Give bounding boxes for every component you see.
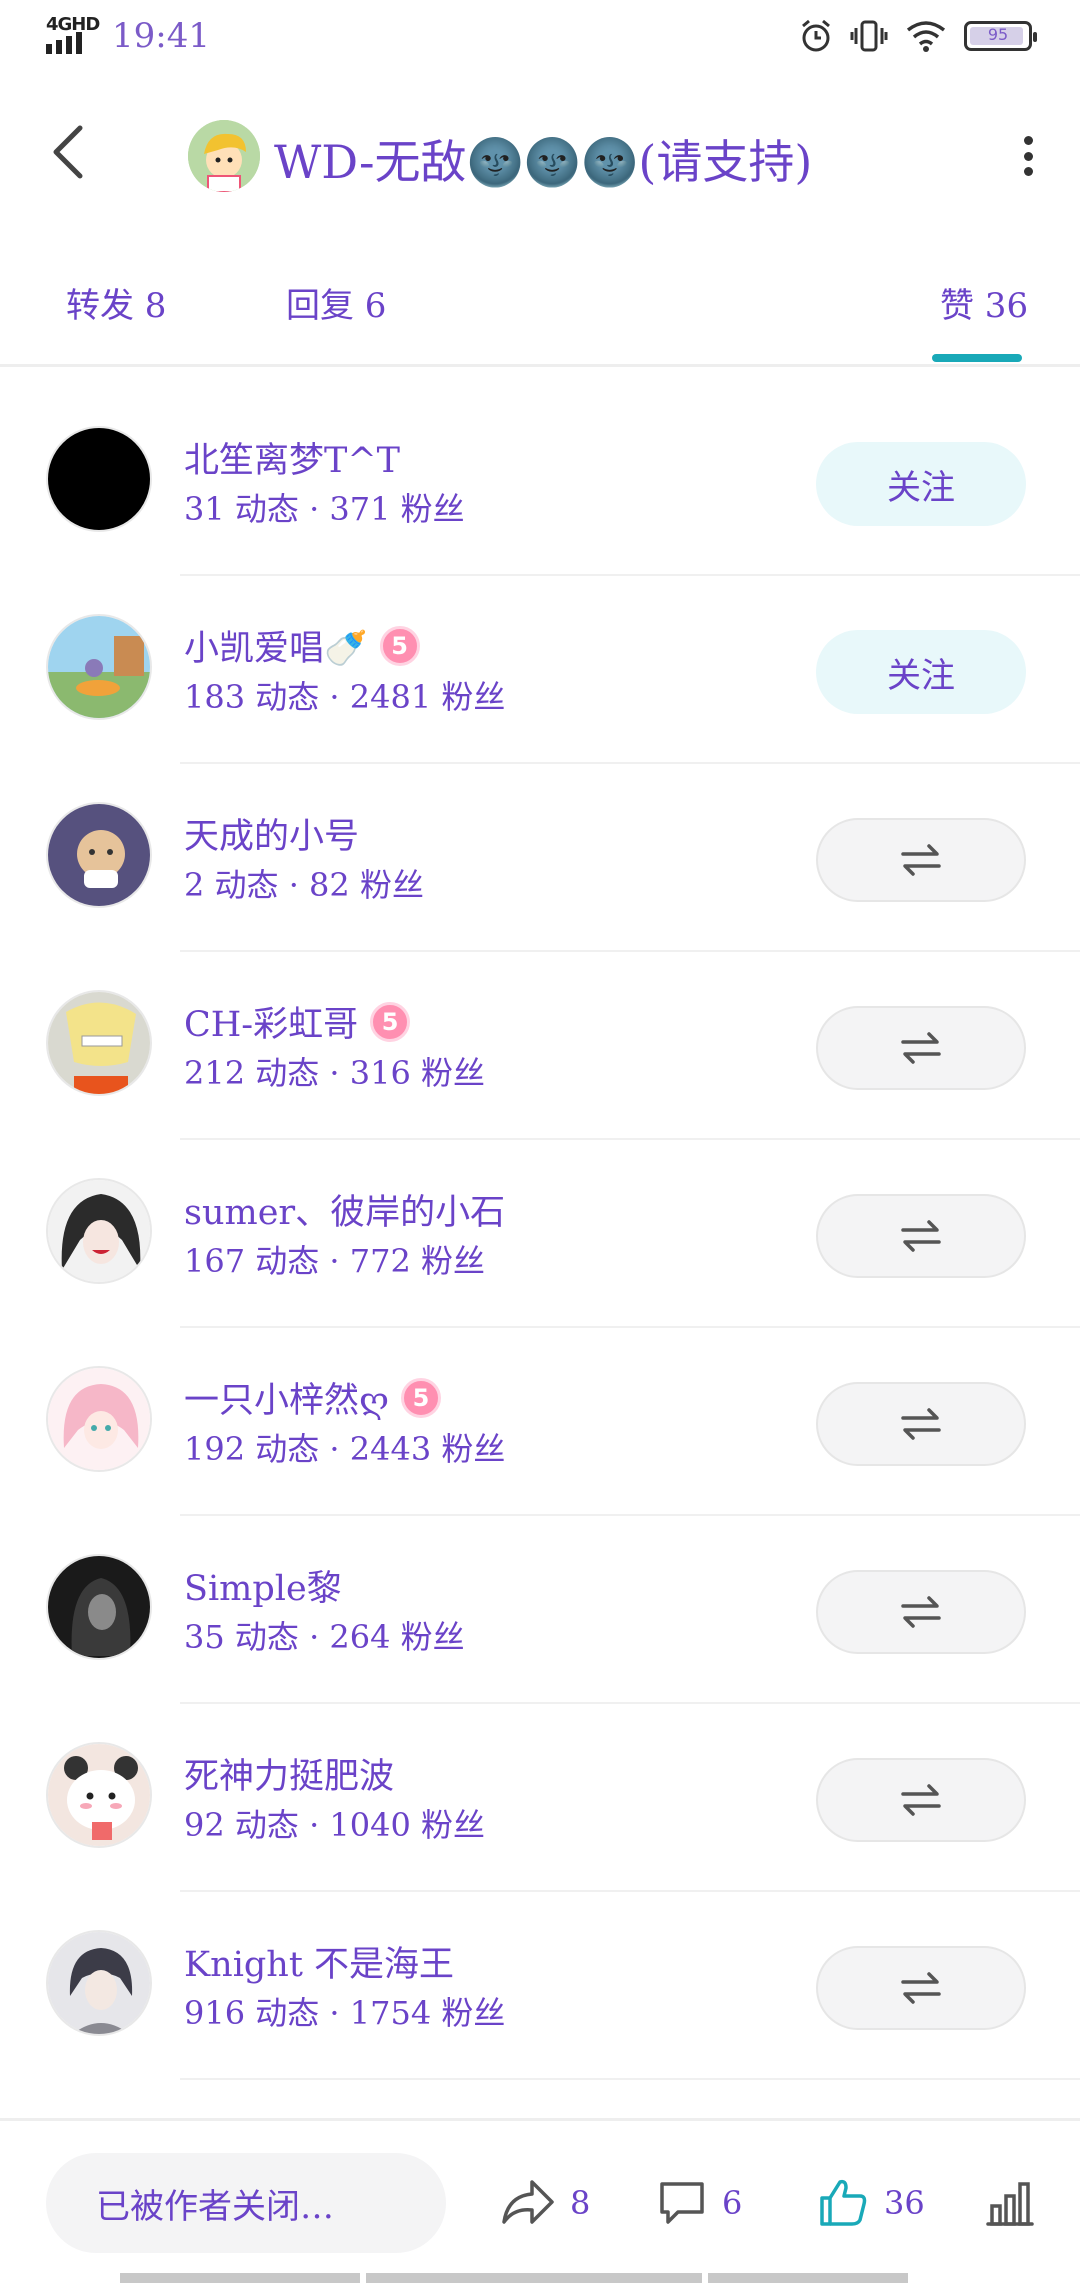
list-item[interactable]: Simple黎 35 动态 · 264 粉丝: [0, 1516, 1080, 1704]
user-name: 小凯爱唱🍼 5: [184, 620, 420, 671]
follow-button[interactable]: 关注: [816, 630, 1026, 714]
user-name: sumer、彼岸的小石: [184, 1193, 506, 1233]
active-tab-indicator: [932, 354, 1022, 362]
more-dots-icon: [1023, 136, 1033, 145]
share-count: 8: [570, 2184, 591, 2222]
list-item[interactable]: sumer、彼岸的小石 167 动态 · 772 粉丝: [0, 1140, 1080, 1328]
stats-button[interactable]: [984, 2161, 1036, 2245]
tab-likes[interactable]: 赞 36: [940, 278, 1028, 327]
mutual-follow-button[interactable]: [816, 1758, 1026, 1842]
user-stats: 916 动态 · 1754 粉丝: [184, 1994, 506, 2032]
mutual-follow-button[interactable]: [816, 1382, 1026, 1466]
mutual-follow-button[interactable]: [816, 1194, 1026, 1278]
gesture-bar: [120, 2273, 1000, 2283]
avatar[interactable]: [46, 1366, 152, 1472]
mutual-follow-icon: [901, 1220, 941, 1252]
user-name: 一只小梓然ღ 5: [184, 1372, 442, 1423]
mutual-follow-button[interactable]: [816, 1946, 1026, 2030]
tab-bar: 转发 8 回复 6 赞 36: [0, 268, 1080, 367]
vibrate-icon: [850, 20, 888, 52]
list-item[interactable]: 天成的小号 2 动态 · 82 粉丝: [0, 764, 1080, 952]
user-stats: 2 动态 · 82 粉丝: [184, 866, 424, 904]
share-button[interactable]: 8: [500, 2161, 590, 2245]
list-item[interactable]: 小凯爱唱🍼 5 183 动态 · 2481 粉丝 关注: [0, 576, 1080, 764]
mutual-follow-icon: [901, 1972, 941, 2004]
battery-level: 95: [987, 25, 1009, 44]
comment-input[interactable]: 已被作者关闭…: [46, 2153, 446, 2253]
level-badge: 5: [401, 1377, 442, 1418]
comment-count: 6: [722, 2184, 743, 2222]
bottom-action-bar: 已被作者关闭… 8 6 36: [0, 2118, 1080, 2283]
comment-icon: [660, 2182, 704, 2224]
mutual-follow-icon: [901, 1408, 941, 1440]
user-stats: 192 动态 · 2443 粉丝: [184, 1430, 506, 1468]
mutual-follow-icon: [901, 844, 941, 876]
more-options-button[interactable]: [1016, 136, 1040, 176]
mutual-follow-button[interactable]: [816, 1006, 1026, 1090]
comment-button[interactable]: 6: [656, 2161, 742, 2245]
user-stats: 31 动态 · 371 粉丝: [184, 490, 465, 528]
user-stats: 212 动态 · 316 粉丝: [184, 1054, 486, 1092]
mutual-follow-button[interactable]: [816, 818, 1026, 902]
mutual-follow-button[interactable]: [816, 1570, 1026, 1654]
avatar[interactable]: [46, 802, 152, 908]
user-stats: 92 动态 · 1040 粉丝: [184, 1806, 486, 1844]
liker-list: 北笙离梦T^T 31 动态 · 371 粉丝 关注 小凯爱唱🍼 5 183 动态 …: [0, 388, 1080, 2080]
follow-button[interactable]: 关注: [816, 442, 1026, 526]
avatar[interactable]: [46, 426, 152, 532]
avatar[interactable]: [46, 1930, 152, 2036]
author-avatar[interactable]: [188, 120, 260, 192]
avatar[interactable]: [46, 1554, 152, 1660]
user-name: 天成的小号: [184, 817, 360, 857]
avatar[interactable]: [46, 1178, 152, 1284]
thumbs-up-icon: [820, 2179, 867, 2226]
battery-icon: 95: [964, 21, 1037, 51]
page-title: WD-无敌🌚🌚🌚(请支持): [274, 135, 813, 189]
mutual-follow-icon: [901, 1032, 941, 1064]
share-icon: [502, 2180, 554, 2224]
back-button[interactable]: [38, 122, 98, 182]
tab-reposts[interactable]: 转发 8: [66, 278, 166, 327]
like-count: 36: [884, 2184, 925, 2222]
divider: [180, 2078, 1080, 2080]
user-name: CH-彩虹哥 5: [184, 996, 411, 1047]
wifi-icon: [906, 21, 946, 52]
avatar[interactable]: [46, 1742, 152, 1848]
header: WD-无敌🌚🌚🌚(请支持): [0, 100, 1080, 210]
level-badge: 5: [370, 1001, 411, 1042]
user-stats: 35 动态 · 264 粉丝: [184, 1618, 465, 1656]
level-badge: 5: [379, 625, 420, 666]
list-item[interactable]: 北笙离梦T^T 31 动态 · 371 粉丝 关注: [0, 388, 1080, 576]
mutual-follow-icon: [901, 1596, 941, 1628]
user-name: 死神力挺肥波: [184, 1757, 395, 1797]
list-item[interactable]: 一只小梓然ღ 5 192 动态 · 2443 粉丝: [0, 1328, 1080, 1516]
back-arrow-icon: [53, 125, 83, 179]
like-button[interactable]: 36: [816, 2161, 925, 2245]
list-item[interactable]: Knight 不是海王 916 动态 · 1754 粉丝: [0, 1892, 1080, 2080]
list-item[interactable]: CH-彩虹哥 5 212 动态 · 316 粉丝: [0, 952, 1080, 1140]
bar-chart-icon: [986, 2182, 1034, 2226]
user-name: 北笙离梦T^T: [184, 441, 401, 481]
mutual-follow-icon: [901, 1784, 941, 1816]
user-name: Simple黎: [184, 1569, 342, 1609]
avatar[interactable]: [46, 614, 152, 720]
list-item[interactable]: 死神力挺肥波 92 动态 · 1040 粉丝: [0, 1704, 1080, 1892]
signal-icon: [46, 32, 82, 54]
user-stats: 167 动态 · 772 粉丝: [184, 1242, 486, 1280]
user-stats: 183 动态 · 2481 粉丝: [184, 678, 506, 716]
clock: 19:41: [112, 16, 210, 56]
status-bar: 4GHD 19:41 95: [0, 0, 1080, 76]
alarm-icon: [802, 19, 830, 52]
user-name: Knight 不是海王: [184, 1945, 455, 1985]
avatar[interactable]: [46, 990, 152, 1096]
tab-replies[interactable]: 回复 6: [286, 278, 386, 327]
